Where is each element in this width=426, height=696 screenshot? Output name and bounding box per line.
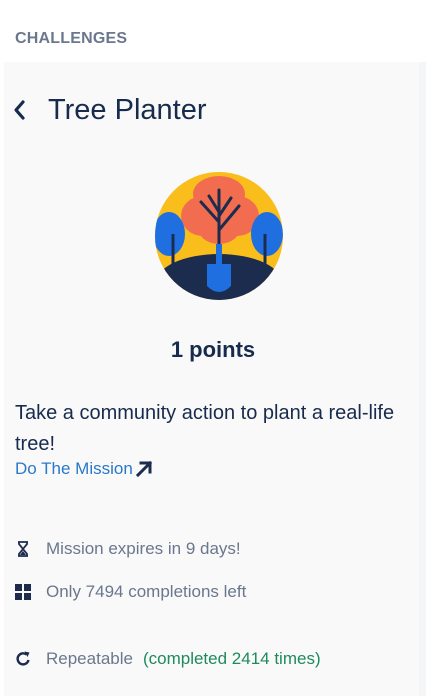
refresh-icon (15, 651, 31, 667)
do-the-mission-link[interactable]: Do The Mission (15, 459, 153, 479)
repeatable-text: Repeatable (46, 649, 133, 668)
tree-badge-icon (155, 172, 283, 300)
completions-row: Only 7494 completions left (15, 582, 246, 602)
back-button[interactable] (12, 95, 34, 125)
mission-link-label: Do The Mission (15, 459, 133, 478)
expires-row: Mission expires in 9 days! (15, 539, 241, 559)
challenge-badge (155, 172, 283, 300)
repeatable-row: Repeatable (completed 2414 times) (15, 649, 321, 669)
panel-scroll-edge (419, 62, 426, 696)
title-row: Tree Planter (12, 90, 207, 130)
arrow-up-right-icon (135, 460, 152, 478)
grid-icon (15, 584, 31, 600)
completions-left-text: Only 7494 completions left (46, 582, 247, 601)
section-header: CHALLENGES (0, 0, 426, 62)
challenge-description: Take a community action to plant a real-… (15, 402, 395, 455)
completed-count-text: (completed 2414 times) (142, 649, 321, 668)
section-title: CHALLENGES (15, 30, 128, 47)
points-label: 1 points (170, 337, 256, 362)
hourglass-icon (15, 541, 31, 557)
page-title: Tree Planter (48, 93, 207, 126)
expires-text: Mission expires in 9 days! (46, 539, 241, 558)
chevron-left-icon (14, 100, 25, 120)
